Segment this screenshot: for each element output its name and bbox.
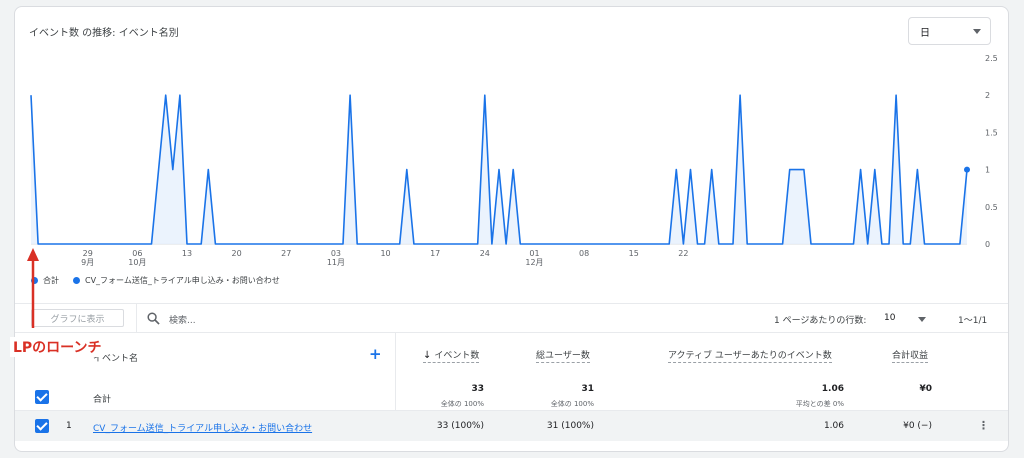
x-tick-label: 24 [480,249,490,258]
y-tick-label: 1 [985,166,990,175]
x-tick-label: 27 [281,249,291,258]
x-tick-label: 29 [83,249,93,258]
pagination-range: 1〜1/1 [958,316,988,326]
x-tick-month-label: 10月 [128,258,146,267]
y-tick-label: 1.5 [985,128,998,137]
y-tick-label: 2 [985,91,990,100]
table-toolbar: グラフに表示 検索... 1 ページあたりの行数: 10 1〜1/1 [15,303,1008,333]
y-tick-label: 0.5 [985,203,998,212]
x-tick-label: 06 [132,249,142,258]
search-input[interactable]: 検索... [169,313,196,326]
row-events-per-user: 1.06 [823,421,844,431]
legend-dot-icon [73,277,80,284]
row-checkbox[interactable] [35,419,49,433]
x-tick-label: 03 [331,249,341,258]
sort-arrow-down-icon: ↓ [423,350,432,361]
row-event-count: 33 (100%) [436,421,484,431]
rows-per-page-label: 1 ページあたりの行数: [774,316,867,326]
total-revenue: ¥0 [919,384,932,394]
total-events-per-user-diff: 平均との差 0% [795,400,844,408]
col-total-revenue[interactable]: 合計収益 [892,348,929,363]
totals-label: 合計 [93,395,112,405]
total-event-count: 33 [471,384,484,394]
x-tick-label: 13 [182,249,192,258]
legend-total-label: 合計 [43,276,59,285]
plot-rows-button[interactable]: グラフに表示 [31,309,124,327]
row-revenue: ¥0 (−) [903,421,932,431]
line-chart: 2.5 2 1.5 1 0.5 0 299月 0610月 13 20 27 0311月 10 17 24 01… [30,54,998,267]
search-icon [147,312,160,325]
x-tick-label: 10 [380,249,390,258]
y-tick-label: 2.5 [985,54,998,63]
x-tick-label: 20 [232,249,242,258]
chart-legend: 合計 CV_フォーム送信_トライアル申し込み・お問い合わせ [31,275,280,286]
y-tick-label: 0 [985,240,990,249]
x-tick-label: 17 [430,249,440,258]
select-all-checkbox[interactable] [35,390,49,404]
x-tick-month-label: 12月 [525,258,543,267]
annotation-arrow-icon [27,248,39,328]
row-total-users: 31 (100%) [546,421,594,431]
total-users: 31 [581,384,594,394]
row-index: 1 [66,421,72,431]
table-header: イベント名 + ↓ イベント数 総ユーザー数 アクティブ ユーザーあたりのイベント… [15,333,1008,410]
col-events-per-active-user[interactable]: アクティブ ユーザーあたりのイベント数 [668,348,832,363]
col-event-count[interactable]: ↓ イベント数 [423,348,480,363]
total-event-count-share: 全体の 100% [440,400,484,408]
rows-per-page-select[interactable]: 10 [884,313,895,323]
report-card: イベント数 の推移: イベント名別 日 2.5 2 1.5 1 0.5 0 29 9月 06 10… [14,6,1009,452]
x-tick-month-label: 11月 [327,258,345,267]
annotation-label: LPのローンチ [10,337,105,357]
total-users-share: 全体の 100% [550,400,594,408]
legend-item-series[interactable]: CV_フォーム送信_トライアル申し込み・お問い合わせ [73,275,280,286]
x-tick-label: 15 [629,249,639,258]
series-end-point [964,166,970,173]
legend-series-label: CV_フォーム送信_トライアル申し込み・お問い合わせ [85,276,280,285]
total-events-per-user: 1.06 [821,384,844,394]
x-tick-label: 01 [529,249,539,258]
row-more-icon[interactable]: ⋮ [978,419,989,432]
x-tick-month-label: 9月 [81,258,94,267]
col-total-users[interactable]: 総ユーザー数 [536,348,590,363]
x-tick-label: 08 [579,249,589,258]
row-event-name-link[interactable]: CV_フォーム送信_トライアル申し込み・お問い合わせ [93,421,312,434]
divider [136,304,137,332]
x-tick-label: 22 [678,249,688,258]
add-dimension-icon[interactable]: + [369,345,382,363]
table-row[interactable]: 1 CV_フォーム送信_トライアル申し込み・お問い合わせ 33 (100%) 3… [15,410,1008,441]
caret-down-icon[interactable] [918,317,926,322]
